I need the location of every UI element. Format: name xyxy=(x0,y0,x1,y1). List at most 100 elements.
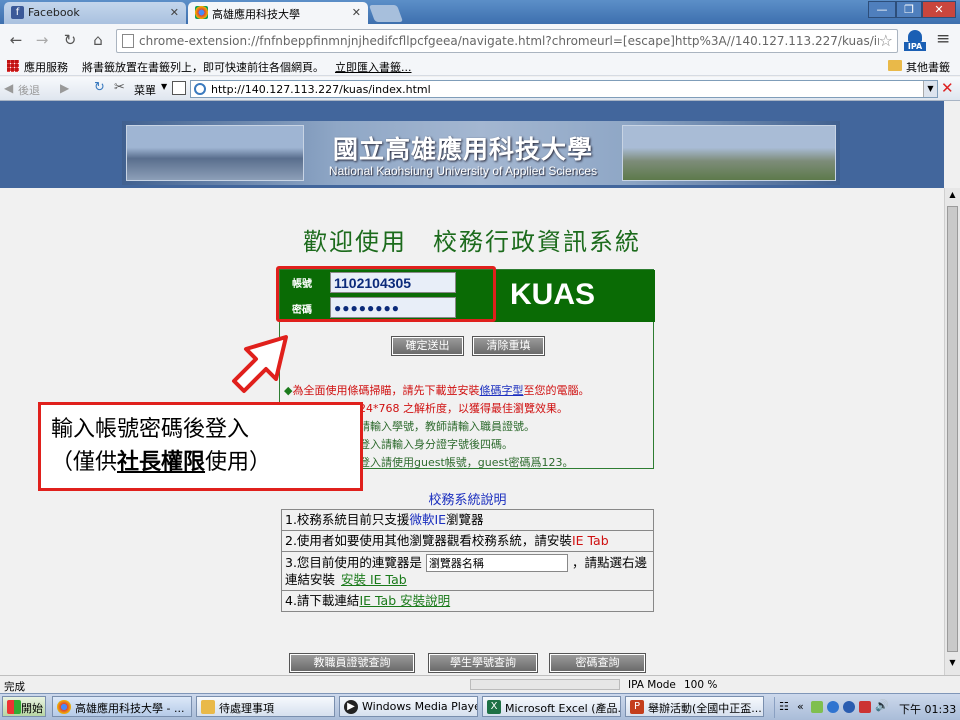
person-icon xyxy=(908,30,922,42)
tab-label: Facebook xyxy=(28,6,80,19)
highlight-box xyxy=(276,266,496,322)
excel-icon: X xyxy=(487,700,501,714)
stop-icon[interactable]: ✕ xyxy=(941,79,954,97)
powerpoint-icon: P xyxy=(630,700,644,714)
campus-photo-right xyxy=(622,125,836,181)
bookmarks-hint: 將書籤放置在書籤列上，即可快速前往各個網頁。 xyxy=(82,61,324,74)
bluetooth-icon[interactable] xyxy=(843,701,855,713)
banner-image: 國立高雄應用科技大學 National Kaohsiung University… xyxy=(122,121,840,185)
start-button[interactable]: 開始 xyxy=(2,696,46,717)
other-bookmarks[interactable]: 其他書籤 xyxy=(906,59,950,75)
table-row: 3.您目前使用的連覽器是，請點選右邊連結安裝安裝 IE Tab xyxy=(281,551,654,591)
ietab-refresh-icon[interactable]: ↻ xyxy=(94,80,105,95)
home-icon[interactable]: ⌂ xyxy=(88,30,108,50)
task-excel[interactable]: X Microsoft Excel (產品... xyxy=(482,696,621,717)
ie-link[interactable]: 微軟IE xyxy=(409,512,446,527)
menu-icon[interactable]: ≡ xyxy=(936,29,950,49)
table-row: 2.使用者如要使用其他瀏覽器觀看校務系統，請安裝IE Tab xyxy=(281,530,654,552)
task-media-player[interactable]: ▶ Windows Media Player xyxy=(339,696,478,717)
address-text: chrome-extension://fnfnbeppfinmnjnjhedif… xyxy=(139,34,893,48)
ietab-forward-icon[interactable]: ▶ xyxy=(60,81,69,95)
facebook-icon: f xyxy=(11,6,24,19)
staff-id-query-button[interactable]: 教職員證號查詢 xyxy=(289,653,415,673)
tools-icon[interactable]: ✂ xyxy=(114,80,125,95)
task-powerpoint[interactable]: P 舉辦活動(全國中正盃... xyxy=(625,696,764,717)
table-row: 4.請下載連結IE Tab 安裝說明 xyxy=(281,590,654,612)
zoom-level[interactable]: 100 % xyxy=(684,679,717,691)
password-query-button[interactable]: 密碼查詢 xyxy=(549,653,646,673)
banner-title-en: National Kaohsiung University of Applied… xyxy=(328,164,598,178)
ipa-mode-label: IPA Mode xyxy=(628,679,676,691)
network-icon[interactable] xyxy=(827,701,839,713)
kuas-logo: KUAS xyxy=(510,278,596,311)
star-icon[interactable]: ☆ xyxy=(878,31,893,50)
tab-facebook[interactable]: f Facebook ✕ xyxy=(4,2,186,24)
vertical-scrollbar[interactable]: ▲ ▼ xyxy=(944,188,960,675)
shield-icon[interactable] xyxy=(859,701,871,713)
ipa-extension-button[interactable]: IPA xyxy=(904,30,926,52)
scroll-up-icon[interactable]: ▲ xyxy=(947,190,958,202)
task-folder[interactable]: 待處理事項 xyxy=(196,696,335,717)
chevron-down-icon[interactable]: ▼ xyxy=(161,82,167,91)
ie-tab-guide-link[interactable]: IE Tab 安裝說明 xyxy=(359,593,450,608)
speaker-icon[interactable]: 🔊 xyxy=(875,699,889,712)
welcome-heading: 歡迎使用 校務行政資訊系統 xyxy=(303,228,641,256)
progress-bar xyxy=(470,679,620,690)
folder-icon xyxy=(888,60,902,71)
import-bookmarks-link[interactable]: 立即匯入書籤... xyxy=(335,59,412,75)
status-bar: 完成 IPA Mode 100 % xyxy=(0,675,960,693)
browser-name-input[interactable] xyxy=(425,554,568,572)
tab-kuas[interactable]: 高雄應用科技大學 ✕ xyxy=(188,2,368,24)
pointer-arrow-icon xyxy=(232,335,288,393)
submit-button[interactable]: 確定送出 xyxy=(391,336,464,356)
task-chrome[interactable]: 高雄應用科技大學 - ... xyxy=(52,696,192,717)
bookmark-apps[interactable]: 應用服務 xyxy=(24,59,68,75)
tab-strip: f Facebook ✕ 高雄應用科技大學 ✕ — ❐ ✕ xyxy=(0,0,960,24)
ietab-back-icon[interactable]: ◀ xyxy=(4,81,13,95)
callout-line-2: （僅供社長權限使用） xyxy=(51,449,272,475)
maximize-button[interactable]: ❐ xyxy=(896,1,922,18)
student-id-query-button[interactable]: 學生學號查詢 xyxy=(428,653,538,673)
system-tray: ☷ « 🔊 下午 01:33 xyxy=(774,697,958,718)
ime-icon[interactable]: ☷ xyxy=(779,700,789,713)
close-window-button[interactable]: ✕ xyxy=(922,1,956,18)
ie-icon xyxy=(194,83,206,95)
new-tab-button[interactable] xyxy=(368,5,404,22)
campus-photo-left xyxy=(126,125,304,181)
page-content: 國立高雄應用科技大學 National Kaohsiung University… xyxy=(0,101,944,675)
banner-title-zh: 國立高雄應用科技大學 xyxy=(332,135,593,164)
callout-line-1: 輸入帳號密碼後登入 xyxy=(51,417,250,442)
note-barcode: ◆為全面使用條碼掃瞄，請先下載並安裝條碼字型至您的電腦。 xyxy=(284,384,590,397)
barcode-font-link[interactable]: 條碼字型 xyxy=(479,384,523,397)
clock[interactable]: 下午 01:33 xyxy=(899,701,956,717)
reload-icon[interactable]: ↻ xyxy=(60,30,80,50)
university-banner: 國立高雄應用科技大學 National Kaohsiung University… xyxy=(0,101,944,188)
scroll-thumb[interactable] xyxy=(947,206,958,652)
minimize-button[interactable]: — xyxy=(868,1,896,18)
close-icon[interactable]: ✕ xyxy=(352,6,361,19)
scroll-down-icon[interactable]: ▼ xyxy=(947,658,958,670)
windows-logo-icon xyxy=(7,700,21,714)
chevron-down-icon[interactable]: ▼ xyxy=(923,81,937,97)
forward-arrow-icon[interactable]: → xyxy=(32,30,52,50)
chevron-left-icon[interactable]: « xyxy=(797,700,804,713)
tray-app-icon[interactable] xyxy=(811,701,823,713)
ie-tab-link[interactable]: IE Tab xyxy=(572,533,609,548)
install-ie-tab-link[interactable]: 安裝 IE Tab xyxy=(335,572,407,587)
chrome-icon xyxy=(57,700,71,714)
instruction-callout: 輸入帳號密碼後登入 （僅供社長權限使用） xyxy=(38,402,363,491)
ietab-back-label[interactable]: 後退 xyxy=(18,82,40,98)
chrome-icon xyxy=(195,6,208,19)
back-arrow-icon[interactable]: ← xyxy=(6,30,26,50)
reset-button[interactable]: 清除重填 xyxy=(472,336,545,356)
folder-icon xyxy=(201,700,215,714)
ietab-address-bar[interactable]: http://140.127.113.227/kuas/index.html ▼ xyxy=(190,80,938,98)
help-title: 校務系統說明 xyxy=(428,493,507,508)
table-row: 1.校務系統目前只支援微軟IE瀏覽器 xyxy=(281,509,654,531)
callout-emphasis: 社長權限 xyxy=(117,449,206,475)
address-bar[interactable]: chrome-extension://fnfnbeppfinmnjnjhedif… xyxy=(116,29,898,53)
ietab-menu[interactable]: 菜單 xyxy=(134,82,156,98)
apps-icon[interactable] xyxy=(7,60,19,72)
ietab-url: http://140.127.113.227/kuas/index.html xyxy=(211,83,431,96)
close-icon[interactable]: ✕ xyxy=(170,6,179,19)
